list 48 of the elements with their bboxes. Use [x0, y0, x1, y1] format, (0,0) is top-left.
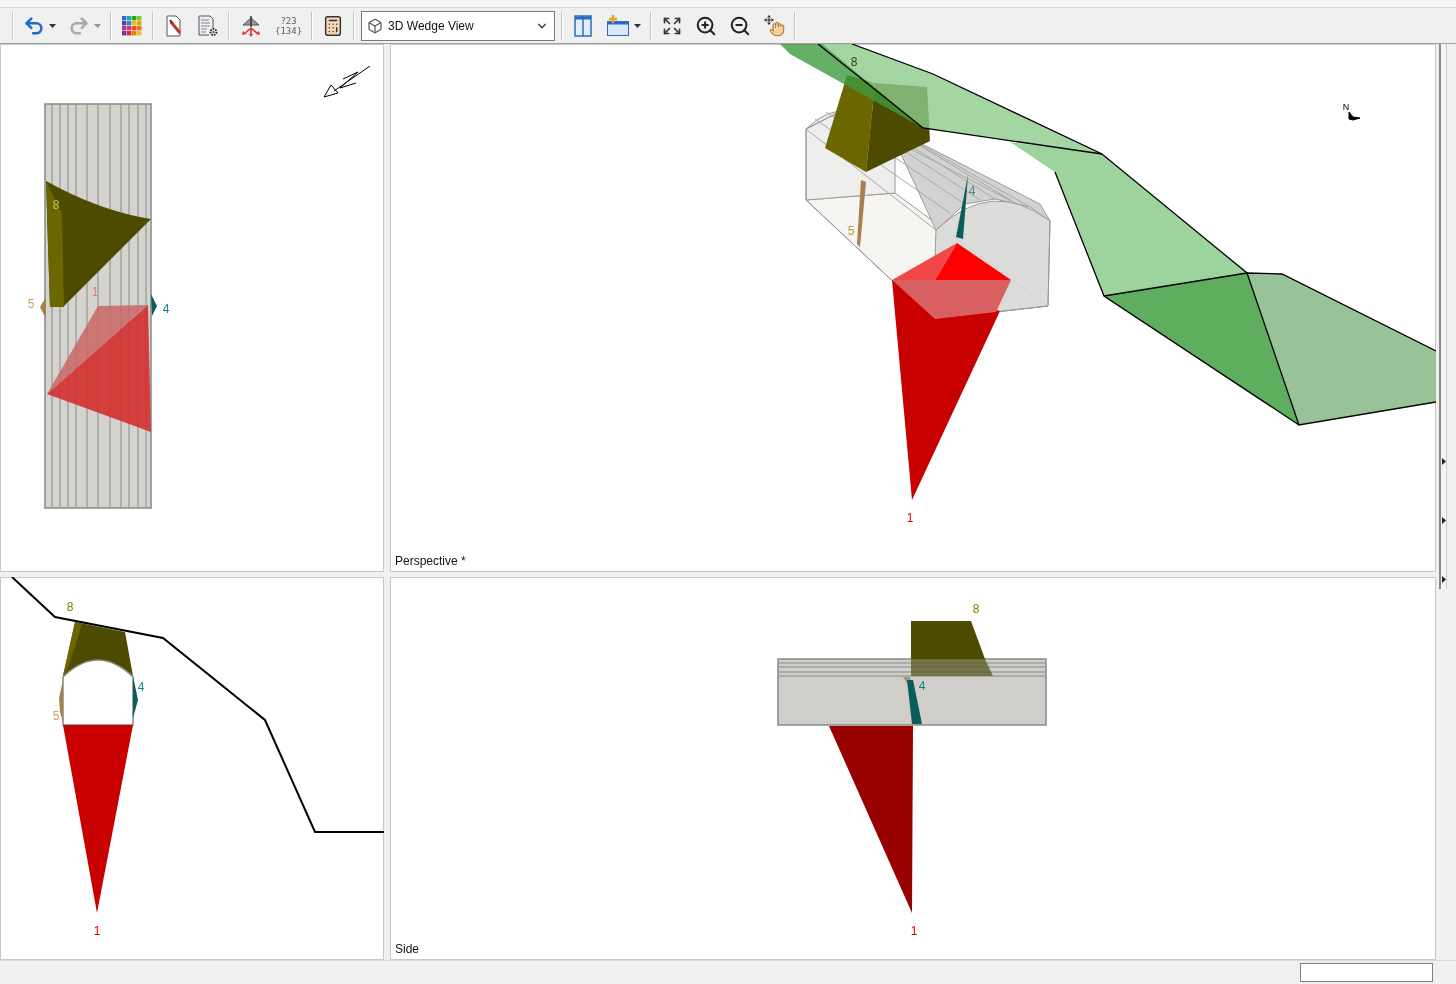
zoom-in-icon	[695, 14, 718, 37]
expand-arrows-icon	[662, 15, 683, 36]
right-wall-wedge	[956, 175, 968, 239]
compass-north-label: N	[1342, 102, 1350, 112]
roof-arrows-icon	[239, 14, 263, 37]
roof-wedge	[63, 622, 133, 676]
north-arrow-icon	[323, 65, 371, 98]
wedge-label: 4	[918, 679, 926, 693]
wedge-label: 1	[93, 924, 101, 938]
wedge-label: 8	[850, 55, 858, 69]
window-plus-icon	[606, 14, 631, 37]
redo-icon	[68, 14, 90, 37]
zoom-out-icon	[729, 14, 752, 37]
wedge-label: 8	[52, 198, 60, 212]
caret-icon	[94, 23, 101, 28]
two-panel-icon	[573, 14, 594, 37]
compass-arrow-icon	[1348, 111, 1361, 121]
right-wall-wedge	[151, 294, 157, 316]
view-caption: Perspective *	[395, 554, 466, 568]
wedge-label: 8	[66, 600, 74, 614]
undo-icon	[23, 14, 45, 37]
caret-icon	[634, 23, 642, 28]
expand-arrow-icon[interactable]	[1441, 576, 1446, 583]
wedge-label: 4	[162, 302, 170, 316]
caret-icon	[49, 23, 56, 28]
wedge-label: 1	[91, 285, 99, 299]
wedge-label: 8	[972, 602, 980, 616]
cube-icon	[367, 17, 384, 34]
view-select[interactable]: 3D Wedge View	[361, 10, 556, 41]
wedge-label: 4	[968, 184, 976, 198]
expand-arrow-icon[interactable]	[1441, 517, 1446, 524]
document-pen-icon	[164, 14, 184, 37]
color-grid-icon	[122, 15, 142, 36]
tunnel-section	[62, 659, 134, 726]
wedge-label: 4	[137, 680, 145, 694]
expand-arrow-icon[interactable]	[1441, 458, 1446, 465]
left-wall-wedge	[59, 680, 63, 722]
right-wall-wedge	[133, 676, 138, 718]
left-wall-wedge	[857, 180, 866, 247]
wedge-label: 1	[906, 511, 914, 525]
pan-hand-icon	[763, 14, 786, 37]
wedge-label: 5	[27, 297, 35, 311]
wedge-label: 5	[52, 709, 60, 723]
wedge-label: 1	[910, 924, 918, 938]
left-wall-wedge	[40, 297, 46, 319]
document-gear-icon	[197, 14, 219, 37]
wedge-label: 5	[847, 224, 855, 238]
view-caption: Side	[395, 942, 420, 956]
